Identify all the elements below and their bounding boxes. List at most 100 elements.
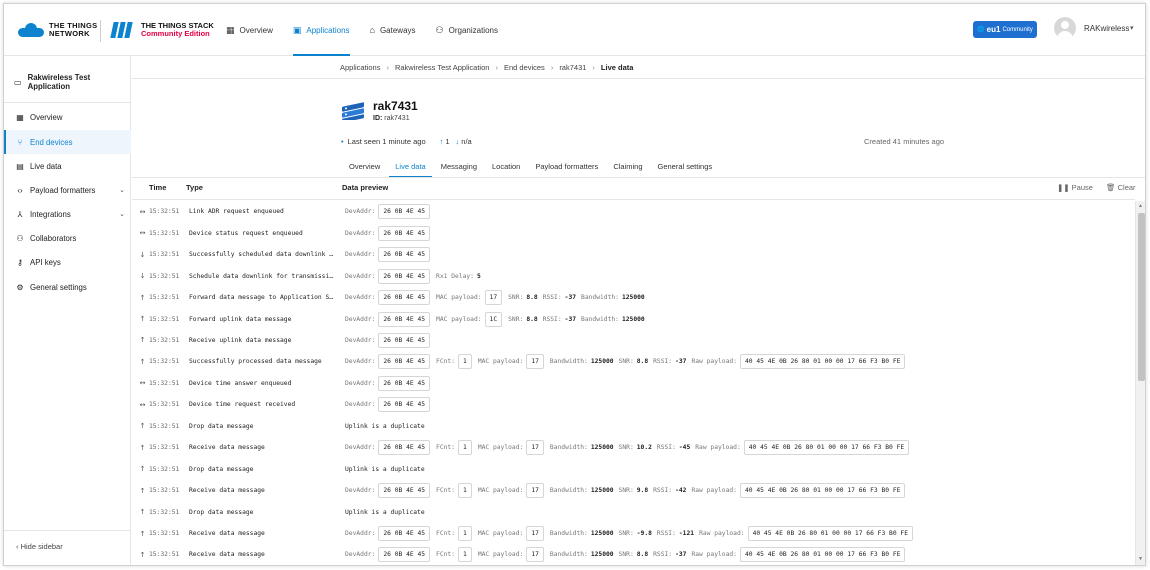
- scroll-up-icon[interactable]: ▲: [1138, 203, 1143, 209]
- table-row[interactable]: ↑ 15:32:51 Drop data message Uplink is a du…: [132, 416, 1135, 438]
- pause-button[interactable]: ❚❚ Pause: [1057, 183, 1093, 192]
- preview-value-box[interactable]: 17: [526, 483, 544, 499]
- organizations-icon: ⚇: [435, 24, 444, 35]
- preview-value-box[interactable]: 26 0B 4E 45: [378, 375, 431, 391]
- breadcrumb-application[interactable]: Rakwireless Test Application: [395, 63, 490, 72]
- table-row[interactable]: ↔ 15:32:51 Device time answer enqueued DevA…: [132, 373, 1135, 395]
- tab-location[interactable]: Location: [492, 156, 520, 178]
- preview-value-box[interactable]: 26 0B 4E 45: [378, 268, 431, 284]
- tab-claiming[interactable]: Claiming: [613, 156, 642, 178]
- tab-live-data[interactable]: Live data: [389, 156, 433, 178]
- preview-value-box[interactable]: 26 0B 4E 45: [378, 440, 431, 456]
- sidebar-item-integrations[interactable]: ⅄ Integrations ⌄: [4, 202, 131, 226]
- nav-overview[interactable]: ▦ Overview: [226, 4, 273, 56]
- sidebar-item-overview[interactable]: ▦ Overview: [4, 105, 131, 129]
- nav-organizations[interactable]: ⚇ Organizations: [436, 4, 498, 56]
- preview-value-box[interactable]: 26 0B 4E 45: [378, 483, 431, 499]
- scrollbar-thumb[interactable]: [1138, 213, 1145, 381]
- preview-value-box[interactable]: 17: [484, 290, 503, 306]
- nav-gateways[interactable]: ⌂ Gateways: [370, 4, 416, 56]
- clear-button[interactable]: 🗑 Clear: [1106, 183, 1136, 192]
- hide-sidebar-label: Hide sidebar: [20, 542, 63, 551]
- breadcrumb-end-devices[interactable]: End devices: [504, 63, 545, 72]
- sidebar-item-api-keys[interactable]: ⚷ API keys: [4, 250, 131, 274]
- device-status: • Last seen 1 minute ago ↑ 1 ↓ n/a: [341, 137, 472, 146]
- preview-value-box[interactable]: 40 45 4E 0B 26 80 01 00 00 17 66 F3 B0 F…: [739, 354, 906, 370]
- table-row[interactable]: ↓ 15:32:51 Successfully scheduled data dow…: [132, 244, 1135, 266]
- preview-value-box[interactable]: 26 0B 4E 45: [378, 311, 431, 327]
- sidebar-item-end-devices[interactable]: ⑂ End devices: [4, 130, 131, 154]
- scroll-down-icon[interactable]: ▼: [1138, 556, 1143, 562]
- table-row[interactable]: ↑ 15:32:51 Receive data message DevAddr: 26 …: [132, 544, 1135, 565]
- table-row[interactable]: ↑ 15:32:51 Receive uplink data message DevA…: [132, 330, 1135, 352]
- stack-logo[interactable]: THE THINGS STACK Community Edition: [110, 22, 214, 38]
- table-row[interactable]: ↑ 15:32:51 Receive data message DevAddr: 26 …: [132, 523, 1135, 545]
- table-row[interactable]: ↑ 15:32:51 Drop data message Uplink is a du…: [132, 458, 1135, 480]
- preview-value-box[interactable]: 1: [458, 547, 472, 563]
- preview-value-box[interactable]: 26 0B 4E 45: [378, 354, 431, 370]
- row-type: Drop data message: [189, 422, 254, 430]
- tab-general-settings[interactable]: General settings: [658, 156, 713, 178]
- table-row[interactable]: ↓ 15:32:51 Schedule data downlink for tran…: [132, 265, 1135, 287]
- sidebar-item-collaborators[interactable]: ⚇ Collaborators: [4, 226, 131, 250]
- preview-value-box[interactable]: 26 0B 4E 45: [378, 397, 431, 413]
- preview-value-box[interactable]: 26 0B 4E 45: [378, 204, 431, 220]
- table-row[interactable]: ↑ 15:32:51 Forward uplink data message DevA…: [132, 308, 1135, 330]
- sidebar-item-general-settings[interactable]: ⚙ General settings: [4, 275, 131, 299]
- preview-value-box[interactable]: 26 0B 4E 45: [378, 547, 431, 563]
- preview-field: SNR: 8.8: [508, 294, 538, 301]
- tab-messaging[interactable]: Messaging: [441, 156, 477, 178]
- preview-value-box[interactable]: 1: [458, 440, 472, 456]
- preview-value-box[interactable]: 40 45 4E 0B 26 80 01 00 00 17 66 F3 B0 F…: [747, 526, 913, 541]
- table-row[interactable]: ↔ 15:32:51 Link ADR request enqueued DevAdd…: [132, 201, 1135, 223]
- table-row[interactable]: ↑ 15:32:51 Successfully processed data mes…: [132, 351, 1135, 373]
- ttn-logo[interactable]: THE THINGS NETWORK: [18, 22, 97, 38]
- preview-value-box[interactable]: 17: [526, 354, 544, 370]
- preview-label: DevAddr:: [345, 251, 376, 259]
- preview-value-box[interactable]: 26 0B 4E 45: [378, 225, 431, 241]
- breadcrumb-applications[interactable]: Applications: [340, 63, 380, 72]
- sidebar-item-payload-formatters[interactable]: ‹› Payload formatters ⌄: [4, 178, 131, 202]
- preview-field: SNR: 10.2: [619, 444, 652, 451]
- preview-value-box[interactable]: 1: [458, 483, 472, 499]
- username[interactable]: RAKwireless: [1084, 24, 1129, 33]
- chevron-down-icon[interactable]: ▾: [1130, 24, 1134, 32]
- tab-payload-formatters[interactable]: Payload formatters: [535, 156, 598, 178]
- preview-value-box[interactable]: 26 0B 4E 45: [378, 247, 431, 263]
- tab-overview[interactable]: Overview: [349, 156, 380, 178]
- chevron-down-icon[interactable]: ⌄: [119, 210, 125, 218]
- application-title[interactable]: ▭ Rakwireless Test Application: [14, 73, 130, 91]
- preview-value-box[interactable]: 1: [458, 354, 472, 370]
- preview-text: Uplink is a duplicate: [345, 508, 425, 516]
- preview-value-box[interactable]: 17: [526, 547, 544, 563]
- table-row[interactable]: ↔ 15:32:51 Device time request received Dev…: [132, 394, 1135, 416]
- preview-value-box[interactable]: 40 45 4E 0B 26 80 01 00 00 17 66 F3 B0 F…: [739, 547, 906, 563]
- table-row[interactable]: ↑ 15:32:51 Receive data message DevAddr: 26 …: [132, 480, 1135, 502]
- table-row[interactable]: ↔ 15:32:51 Device status request enqueued D…: [132, 222, 1135, 244]
- sidebar: ▭ Rakwireless Test Application ▦ Overvie…: [4, 56, 131, 565]
- preview-value-box[interactable]: 40 45 4E 0B 26 80 01 00 00 17 66 F3 B0 F…: [739, 483, 906, 499]
- avatar[interactable]: [1054, 17, 1076, 39]
- table-row[interactable]: ↑ 15:32:51 Forward data message to Applica…: [132, 287, 1135, 309]
- row-preview: Uplink is a duplicate: [345, 423, 425, 430]
- preview-value-box[interactable]: 26 0B 4E 45: [378, 290, 431, 306]
- sidebar-item-live-data[interactable]: ▤ Live data: [4, 154, 131, 178]
- table-row[interactable]: ↑ 15:32:51 Receive data message DevAddr: 26 …: [132, 437, 1135, 459]
- row-preview: DevAddr: 26 0B 4E 45 FCnt: 1 MAC payload: 17 B…: [345, 354, 911, 370]
- sidebar-item-label: Overview: [30, 112, 63, 122]
- row-time: 15:32:51: [149, 336, 180, 344]
- preview-value-box[interactable]: 1C: [484, 311, 503, 327]
- chevron-down-icon[interactable]: ⌄: [119, 186, 125, 194]
- preview-value-box[interactable]: 17: [526, 526, 544, 541]
- table-row[interactable]: ↑ 15:32:51 Drop data message Uplink is a du…: [132, 501, 1135, 523]
- preview-value-box[interactable]: 40 45 4E 0B 26 80 01 00 00 17 66 F3 B0 F…: [743, 440, 910, 456]
- community-console-button[interactable]: 🌐 eu1 Community: [973, 21, 1037, 38]
- hide-sidebar-button[interactable]: ‹ Hide sidebar: [16, 542, 63, 551]
- nav-applications[interactable]: ▣ Applications: [292, 4, 350, 56]
- preview-value-box[interactable]: 17: [526, 440, 544, 456]
- preview-value-box[interactable]: 1: [458, 526, 472, 541]
- preview-value-box[interactable]: 26 0B 4E 45: [378, 332, 431, 348]
- preview-value-box[interactable]: 26 0B 4E 45: [378, 526, 431, 541]
- scrollbar[interactable]: ▲ ▼: [1135, 201, 1145, 565]
- breadcrumb-device[interactable]: rak7431: [559, 63, 586, 72]
